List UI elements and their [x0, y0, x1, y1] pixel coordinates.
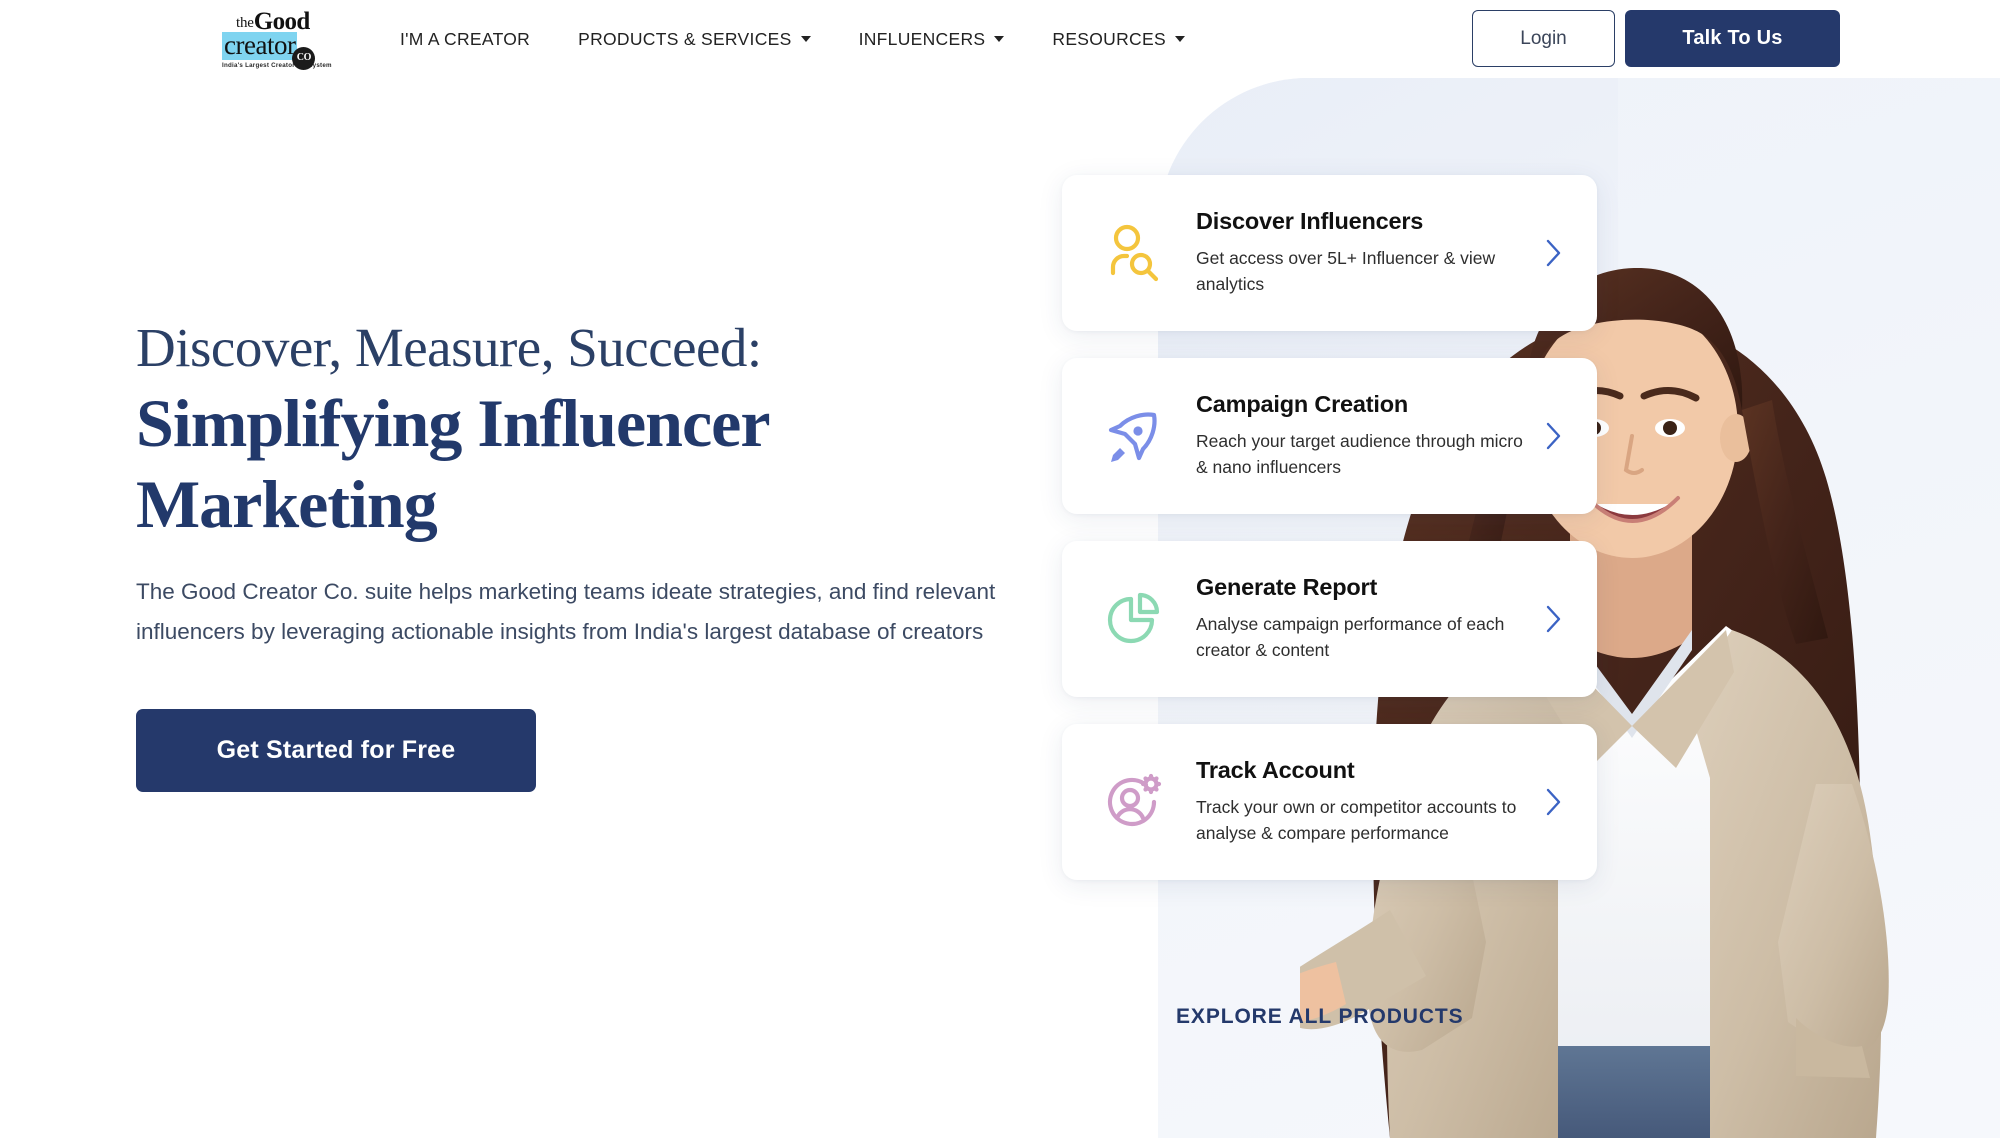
main-navigation: I'M A CREATOR PRODUCTS & SERVICES INFLUE…	[400, 0, 1185, 78]
explore-all-products-link[interactable]: EXPLORE ALL PRODUCTS	[1176, 1005, 1464, 1029]
nav-item-creator[interactable]: I'M A CREATOR	[400, 29, 530, 50]
feature-card-body: Campaign Creation Reach your target audi…	[1196, 391, 1527, 481]
talk-to-us-button[interactable]: Talk To Us	[1625, 10, 1840, 67]
feature-card-description: Get access over 5L+ Influencer & view an…	[1196, 248, 1496, 294]
chevron-down-icon	[800, 36, 811, 42]
feature-card-body: Discover Influencers Get access over 5L+…	[1196, 208, 1527, 298]
feature-card-generate-report[interactable]: Generate Report Analyse campaign perform…	[1062, 541, 1597, 697]
user-settings-icon	[1102, 771, 1164, 833]
hero-subtitle: The Good Creator Co. suite helps marketi…	[136, 578, 996, 644]
feature-card-title: Generate Report	[1196, 574, 1378, 601]
feature-card-title: Campaign Creation	[1196, 391, 1409, 418]
nav-item-products-services[interactable]: PRODUCTS & SERVICES	[578, 28, 811, 50]
rocket-icon	[1102, 405, 1164, 467]
feature-card-track-account[interactable]: Track Account Track your own or competit…	[1062, 724, 1597, 880]
feature-card-description: Reach your target audience through micro…	[1196, 431, 1523, 477]
login-button[interactable]: Login	[1472, 10, 1615, 67]
feature-card-body: Track Account Track your own or competit…	[1196, 757, 1527, 847]
header-actions: Login Talk To Us	[1472, 10, 1840, 67]
get-started-button[interactable]: Get Started for Free	[136, 708, 536, 792]
feature-card-list: Discover Influencers Get access over 5L+…	[1062, 175, 1597, 880]
chevron-right-icon[interactable]	[1539, 604, 1567, 634]
nav-label: RESOURCES	[1052, 28, 1166, 49]
nav-label: PRODUCTS & SERVICES	[578, 28, 792, 49]
logo-badge-co: CO	[292, 46, 316, 70]
feature-card-description: Analyse campaign performance of each cre…	[1196, 614, 1505, 660]
hero-content: Discover, Measure, Succeed: Simplifying …	[136, 318, 1016, 792]
feature-card-discover-influencers[interactable]: Discover Influencers Get access over 5L+…	[1062, 175, 1597, 331]
feature-card-title: Track Account	[1196, 757, 1355, 784]
nav-label: I'M A CREATOR	[400, 28, 531, 49]
pie-chart-icon	[1102, 588, 1164, 650]
chevron-down-icon	[1174, 36, 1185, 42]
logo-highlight: creator CO	[222, 30, 316, 70]
hero-page: theGood creator CO India's Largest Creat…	[0, 0, 2000, 1138]
site-header: theGood creator CO India's Largest Creat…	[0, 0, 2000, 78]
chevron-right-icon[interactable]	[1539, 421, 1567, 451]
chevron-right-icon[interactable]	[1539, 238, 1567, 268]
feature-card-title: Discover Influencers	[1196, 208, 1424, 235]
nav-label: INFLUENCERS	[858, 28, 986, 49]
feature-card-campaign-creation[interactable]: Campaign Creation Reach your target audi…	[1062, 358, 1597, 514]
feature-card-description: Track your own or competitor accounts to…	[1196, 797, 1517, 843]
logo-text-creator: creator	[224, 30, 296, 60]
feature-card-body: Generate Report Analyse campaign perform…	[1196, 574, 1527, 664]
nav-item-resources[interactable]: RESOURCES	[1052, 29, 1185, 50]
chevron-right-icon[interactable]	[1539, 787, 1567, 817]
nav-item-influencers[interactable]: INFLUENCERS	[859, 29, 1005, 50]
user-search-icon	[1102, 222, 1164, 284]
site-logo[interactable]: theGood creator CO India's Largest Creat…	[222, 9, 340, 70]
logo-tagline: India's Largest Creator Ecosystem	[222, 61, 332, 69]
page-title: Simplifying Influencer Marketing	[136, 385, 769, 542]
chevron-down-icon	[994, 36, 1005, 42]
hero-eyebrow: Discover, Measure, Succeed:	[136, 317, 762, 378]
